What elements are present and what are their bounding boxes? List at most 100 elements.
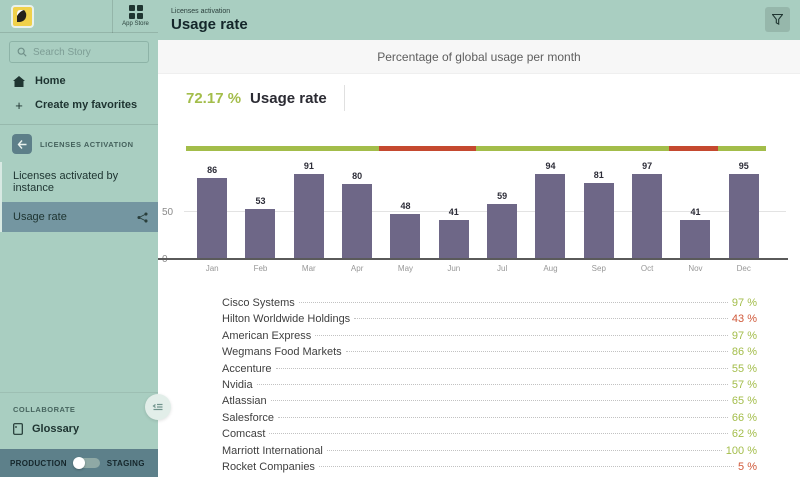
bar-slot-May: 48 [381, 161, 429, 259]
x-axis-baseline [158, 258, 788, 260]
sidebar-item-home[interactable]: Home [0, 69, 158, 93]
bar-Oct[interactable] [632, 174, 662, 259]
licenses-activation-section-header: LICENSES ACTIVATION [0, 125, 158, 162]
y-axis-tick-50: 50 [162, 207, 173, 218]
back-button[interactable] [12, 134, 32, 154]
app-store-grid-icon [129, 5, 143, 19]
environment-toggle[interactable] [74, 458, 100, 468]
bar-value-label: 59 [497, 191, 507, 201]
month-label-Feb: Feb [236, 264, 284, 273]
bar-slot-Mar: 91 [285, 161, 333, 259]
company-row[interactable]: Comcast62 % [222, 428, 757, 444]
month-label-Dec: Dec [720, 264, 768, 273]
content: 72.17 % Usage rate 50 0 8653918048415994… [158, 74, 800, 477]
collapse-sidebar-button[interactable] [145, 394, 171, 420]
dotted-leader [278, 417, 728, 418]
bar-slot-Dec: 95 [720, 161, 768, 259]
collaborate-section: COLLABORATE Glossary [0, 392, 158, 449]
sidebar-item-create-favorites[interactable]: + Create my favorites [0, 93, 158, 117]
bar-value-label: 41 [449, 207, 459, 217]
share-icon[interactable] [137, 212, 148, 223]
toggle-knob[interactable] [73, 457, 85, 469]
bar-value-label: 81 [594, 170, 604, 180]
bar-value-label: 95 [739, 161, 749, 171]
sidebar-item-licenses-by-instance[interactable]: Licenses activated by instance [2, 162, 158, 202]
company-name: American Express [222, 330, 311, 342]
company-row[interactable]: Cisco Systems97 % [222, 297, 757, 313]
bar-value-label: 41 [690, 207, 700, 217]
sidebar-item-label: Home [35, 75, 66, 87]
dotted-leader [299, 302, 728, 303]
logo-icon [14, 8, 31, 25]
strip-segment-Jan [186, 146, 234, 151]
arrow-left-icon [17, 140, 27, 149]
company-row[interactable]: Hilton Worldwide Holdings43 % [222, 313, 757, 329]
bar-slot-Nov: 41 [671, 161, 719, 259]
company-name: Atlassian [222, 395, 267, 407]
search-input[interactable]: Search Story [9, 41, 149, 63]
bar-slot-Oct: 97 [623, 161, 671, 259]
search-icon [17, 47, 27, 57]
dotted-leader [319, 466, 734, 467]
company-row[interactable]: Nvidia 57 % [222, 379, 757, 395]
bar-slot-Jul: 59 [478, 161, 526, 259]
company-percentage: 97 % [732, 297, 757, 309]
strip-segment-Mar [283, 146, 331, 151]
bar-Apr[interactable] [342, 184, 372, 259]
bar-slot-Jan: 86 [188, 161, 236, 259]
month-label-Oct: Oct [623, 264, 671, 273]
company-row[interactable]: Atlassian65 % [222, 395, 757, 411]
company-row[interactable]: Marriott International100 % [222, 445, 757, 461]
app-logo[interactable] [11, 5, 34, 28]
sidebar-item-glossary[interactable]: Glossary [0, 421, 158, 449]
bar-Sep[interactable] [584, 183, 614, 259]
kpi-label: Usage rate [250, 90, 327, 107]
sidebar-item-usage-rate[interactable]: Usage rate [2, 202, 158, 232]
main-area: Licenses activation Usage rate Percentag… [158, 0, 800, 477]
glossary-book-icon [13, 423, 23, 435]
month-status-strip [186, 146, 766, 151]
bar-slot-Apr: 80 [333, 161, 381, 259]
bar-May[interactable] [390, 214, 420, 259]
filter-button[interactable] [765, 7, 790, 32]
strip-segment-Feb [234, 146, 282, 151]
bar-Jan[interactable] [197, 178, 227, 259]
kpi-row: 72.17 % Usage rate [186, 88, 800, 108]
month-labels-row: JanFebMarAprMayJunJulAugSepOctNovDec [188, 259, 768, 273]
bar-Aug[interactable] [535, 174, 565, 259]
strip-segment-Nov [669, 146, 717, 151]
bar-Nov[interactable] [680, 220, 710, 259]
dotted-leader [269, 433, 728, 434]
bar-Feb[interactable] [245, 209, 275, 259]
bar-Dec[interactable] [729, 174, 759, 259]
company-name: Nvidia [222, 379, 253, 391]
sidebar-spacer [0, 232, 158, 392]
production-label: PRODUCTION [10, 459, 67, 468]
month-label-Jul: Jul [478, 264, 526, 273]
company-row[interactable]: Salesforce66 % [222, 412, 757, 428]
plus-icon: + [13, 98, 25, 113]
company-row[interactable]: Accenture55 % [222, 363, 757, 379]
bar-Jul[interactable] [487, 204, 517, 259]
company-row[interactable]: Wegmans Food Markets86 % [222, 346, 757, 362]
app-store-button[interactable]: App Store [112, 0, 158, 33]
bar-Jun[interactable] [439, 220, 469, 259]
month-label-Apr: Apr [333, 264, 381, 273]
strip-segment-Dec [718, 146, 766, 151]
company-percentage: 43 % [732, 313, 757, 325]
kpi-value: 72.17 % [186, 90, 241, 107]
dotted-leader [327, 450, 722, 451]
company-row[interactable]: American Express 97 % [222, 330, 757, 346]
main-header: Licenses activation Usage rate [158, 0, 800, 40]
bar-Mar[interactable] [294, 174, 324, 259]
company-percentage: 57 % [732, 379, 757, 391]
company-row[interactable]: Rocket Companies5 % [222, 461, 757, 477]
sidebar: App Store Search Story Home + Create my … [0, 0, 158, 477]
dotted-leader [354, 318, 728, 319]
bar-value-label: 86 [207, 165, 217, 175]
kpi-separator [344, 85, 345, 111]
strip-segment-Jun [428, 146, 476, 151]
dotted-leader [276, 368, 728, 369]
strip-segment-Apr [331, 146, 379, 151]
company-percentage: 97 % [732, 330, 757, 342]
